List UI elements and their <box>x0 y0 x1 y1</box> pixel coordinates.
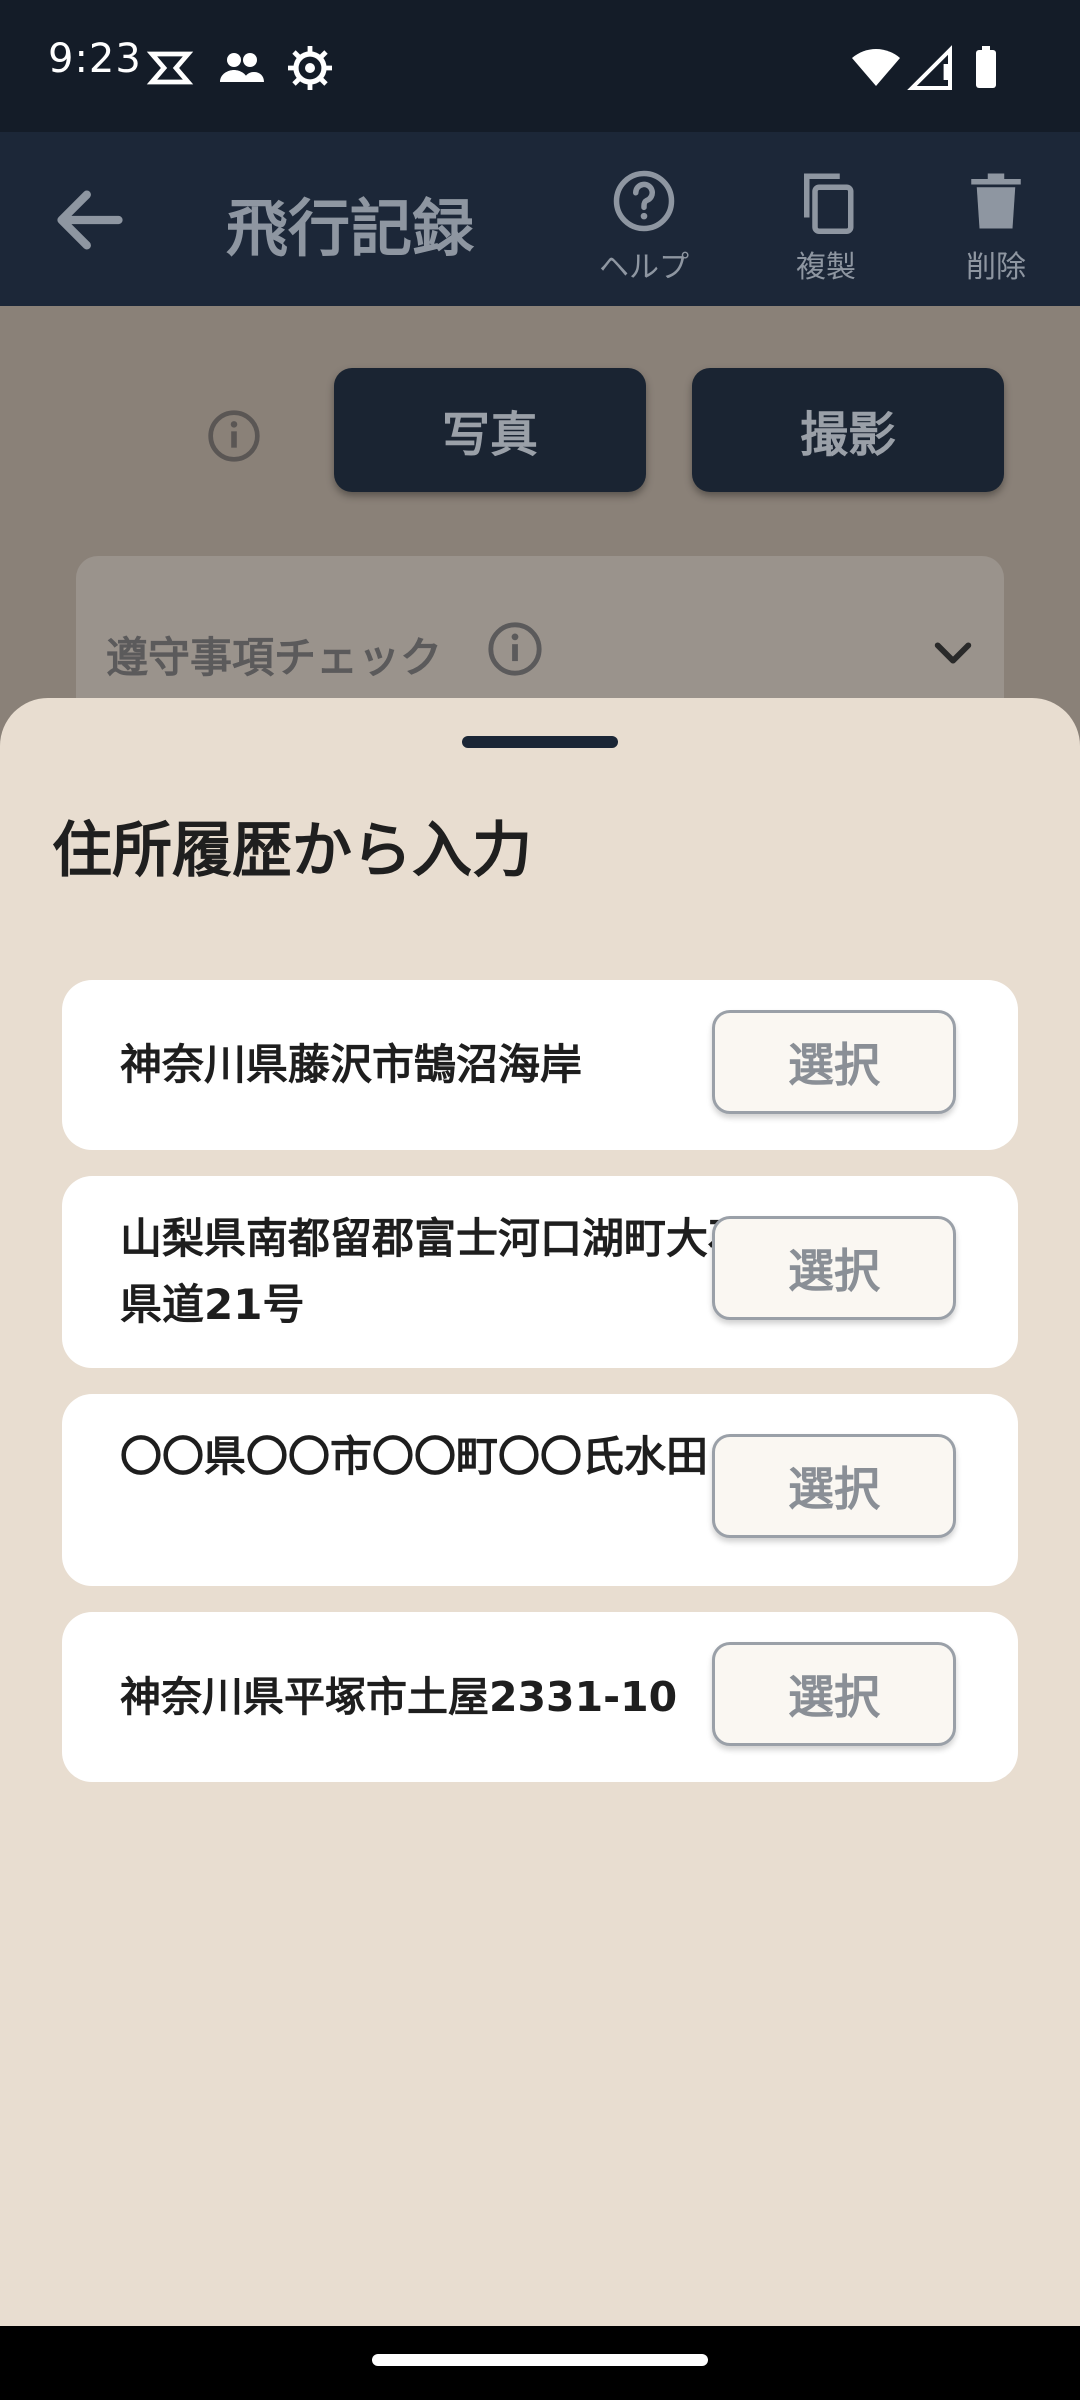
capcut-icon <box>146 51 194 85</box>
sheet-drag-handle[interactable] <box>462 736 618 748</box>
select-button[interactable]: 選択 <box>712 1010 956 1114</box>
list-item: 〇〇県〇〇市〇〇町〇〇氏水田 選択 <box>62 1394 1018 1586</box>
home-gesture-handle[interactable] <box>372 2354 708 2366</box>
capture-button[interactable]: 撮影 <box>692 368 1004 492</box>
app-bar: 飛行記録 ヘルプ 複製 削除 <box>0 132 1080 306</box>
status-bar: 9:23 <box>0 0 1080 132</box>
list-item: 神奈川県平塚市土屋2331-10 選択 <box>62 1612 1018 1782</box>
delete-button[interactable]: 削除 <box>936 168 1056 298</box>
back-arrow-icon[interactable] <box>52 182 128 258</box>
system-navigation-bar <box>0 2326 1080 2400</box>
address-text: 〇〇県〇〇市〇〇町〇〇氏水田 <box>120 1432 709 1481</box>
duplicate-button[interactable]: 複製 <box>766 168 886 298</box>
compliance-check-label: 遵守事項チェック <box>106 633 443 682</box>
trash-icon <box>971 173 1021 229</box>
help-circle-icon <box>613 170 675 232</box>
help-button[interactable]: ヘルプ <box>584 168 704 298</box>
chevron-down-icon[interactable] <box>930 630 976 676</box>
copy-icon <box>804 173 854 234</box>
select-button[interactable]: 選択 <box>712 1434 956 1538</box>
info-icon[interactable] <box>206 408 262 464</box>
photo-button[interactable]: 写真 <box>334 368 646 492</box>
sheet-title: 住所履歴から入力 <box>52 816 532 886</box>
list-item: 神奈川県藤沢市鵠沼海岸 選択 <box>62 980 1018 1150</box>
battery-icon <box>976 46 996 88</box>
select-button[interactable]: 選択 <box>712 1642 956 1746</box>
status-time: 9:23 <box>48 36 142 82</box>
select-button[interactable]: 選択 <box>712 1216 956 1320</box>
list-item: 山梨県南都留郡富士河口湖町大石 県道21号 選択 <box>62 1176 1018 1368</box>
address-text: 神奈川県平塚市土屋2331-10 <box>120 1673 678 1721</box>
duplicate-label: 複製 <box>796 250 856 285</box>
wifi-icon <box>852 49 900 86</box>
settings-gear-icon <box>288 46 332 90</box>
address-history-sheet: 住所履歴から入力 神奈川県藤沢市鵠沼海岸 選択 山梨県南都留郡富士河口湖町大石 … <box>0 698 1080 2326</box>
people-icon <box>220 53 264 82</box>
cell-signal-icon <box>907 45 952 90</box>
address-text: 神奈川県藤沢市鵠沼海岸 <box>120 1040 583 1089</box>
help-label: ヘルプ <box>599 250 689 285</box>
address-text: 山梨県南都留郡富士河口湖町大石 県道21号 <box>120 1214 751 1329</box>
delete-label: 削除 <box>966 250 1026 285</box>
info-icon[interactable] <box>486 620 544 678</box>
page-title: 飛行記録 <box>226 192 475 265</box>
